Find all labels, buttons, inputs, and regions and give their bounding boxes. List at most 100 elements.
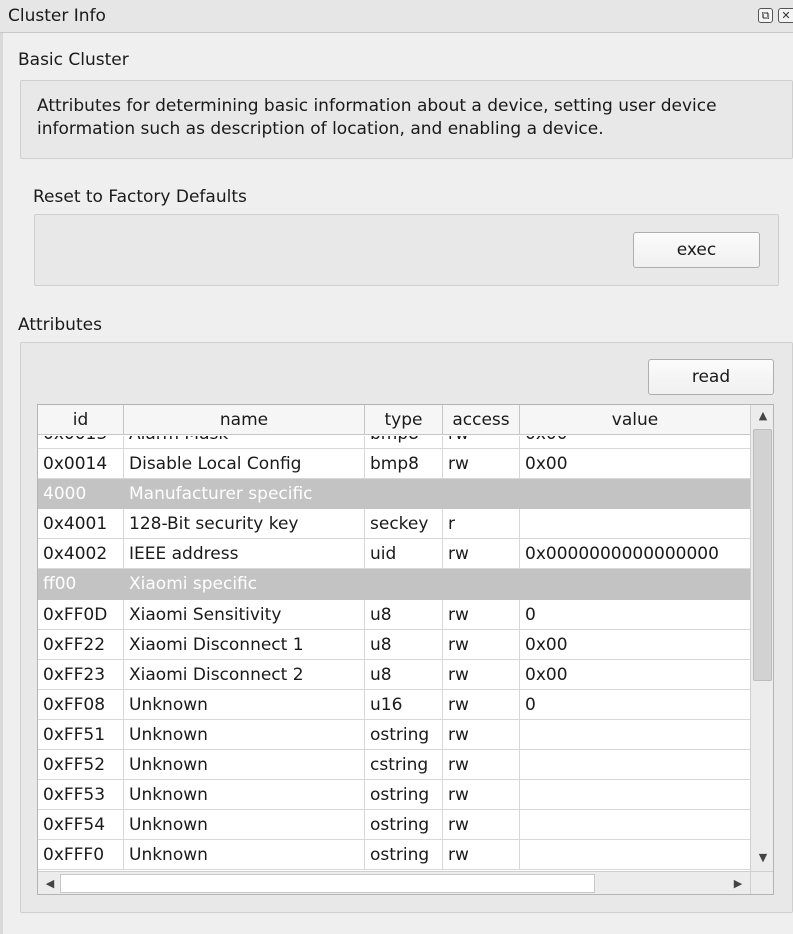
section-header-row[interactable]: 4000 Manufacturer specific	[38, 479, 750, 510]
cell-id: 0xFF22	[38, 629, 124, 660]
cell-name: IEEE address	[124, 539, 365, 570]
column-header-access[interactable]: access	[443, 405, 520, 435]
table-row[interactable]: 0xFF51 Unknown ostring rw	[38, 719, 750, 751]
cell-value[interactable]	[520, 750, 750, 780]
cell-id: 0x4002	[38, 539, 124, 570]
table-row[interactable]: 0xFF0D Xiaomi Sensitivity u8 rw 0	[38, 599, 750, 630]
cell-value[interactable]	[520, 780, 750, 810]
cell-access: rw	[443, 659, 520, 690]
cell-type: seckey	[365, 509, 443, 540]
table-body: 0x0013Alarm Maskbmp8rw0x000x0014Disable …	[38, 436, 750, 871]
table-row[interactable]: 0xFF08 Unknown u16 rw 0	[38, 689, 750, 720]
section-header-row[interactable]: ff00 Xiaomi specific	[38, 569, 750, 600]
column-header-id[interactable]: id	[38, 405, 124, 435]
cell-id: 0x0014	[38, 449, 124, 480]
column-header-type[interactable]: type	[365, 405, 443, 435]
attributes-table[interactable]: id name type access value 0x0013Alarm Ma…	[37, 404, 774, 895]
window-left-edge	[0, 33, 3, 934]
cell-id: 0xFF23	[38, 659, 124, 690]
scroll-left-icon[interactable]: ◀	[38, 877, 62, 890]
cell-access: rw	[443, 780, 520, 811]
table-row[interactable]: 0xFF53 Unknown ostring rw	[38, 780, 750, 811]
cell-value[interactable]	[520, 509, 750, 539]
read-button[interactable]: read	[648, 359, 774, 395]
table-row[interactable]: 0xFF52 Unknown cstring rw	[38, 750, 750, 781]
cell-access: rw	[443, 750, 520, 781]
table-row[interactable]: 0xFFF0 Unknown ostring rw	[38, 840, 750, 871]
cell-access: rw	[443, 810, 520, 841]
close-window-icon[interactable]: ✕	[778, 8, 793, 23]
cell-value[interactable]: 0x0000000000000000	[520, 539, 750, 569]
cell-name: Xiaomi Disconnect 2	[124, 659, 365, 690]
table-row[interactable]: 0xFF22 Xiaomi Disconnect 1 u8 rw 0x00	[38, 629, 750, 660]
cell-name: Manufacturer specific	[129, 484, 313, 505]
vertical-scroll-thumb[interactable]	[753, 429, 772, 681]
cell-id: 0xFFF0	[38, 840, 124, 871]
cell-value[interactable]	[520, 720, 750, 750]
cell-id: ff00	[43, 574, 77, 595]
cell-name: Unknown	[124, 750, 365, 781]
cell-access: rw	[443, 840, 520, 871]
column-header-value[interactable]: value	[520, 405, 750, 435]
cell-id: 0xFF52	[38, 750, 124, 781]
cell-value[interactable]	[520, 810, 750, 840]
scroll-right-icon[interactable]: ▶	[726, 877, 750, 890]
cell-id: 0xFF0D	[38, 599, 124, 630]
cell-value[interactable]: 0x00	[520, 436, 750, 449]
vertical-scrollbar[interactable]: ▲ ▼	[750, 405, 773, 871]
cell-value[interactable]: 0	[520, 690, 750, 720]
command-name: Reset to Factory Defaults	[33, 187, 247, 207]
cell-type: ostring	[365, 719, 443, 750]
cell-value[interactable]: 0x00	[520, 660, 750, 690]
cell-access: rw	[443, 449, 520, 480]
cell-type: bmp8	[365, 436, 443, 449]
cell-type: bmp8	[365, 449, 443, 480]
exec-button[interactable]: exec	[633, 232, 760, 268]
cell-name: Unknown	[124, 810, 365, 841]
window-titlebar[interactable]: Cluster Info ⧉ ✕	[0, 0, 793, 33]
table-header: id name type access value	[38, 405, 750, 435]
table-row[interactable]: 0xFF23 Xiaomi Disconnect 2 u8 rw 0x00	[38, 659, 750, 690]
cell-access: rw	[443, 629, 520, 660]
cell-type: ostring	[365, 780, 443, 811]
cell-value[interactable]: 0x00	[520, 449, 750, 479]
cell-name: Unknown	[124, 689, 365, 720]
scroll-down-icon[interactable]: ▼	[751, 851, 773, 864]
table-rows: 0x0013Alarm Maskbmp8rw0x000x0014Disable …	[38, 436, 750, 871]
cell-value[interactable]: 0	[520, 600, 750, 630]
horizontal-scroll-thumb[interactable]	[60, 874, 595, 893]
cell-id: 4000	[43, 484, 87, 505]
cell-name: Unknown	[124, 719, 365, 750]
scroll-up-icon[interactable]: ▲	[751, 409, 773, 422]
table-row[interactable]: 0x4001 128-Bit security key seckey r	[38, 509, 750, 540]
cell-type: ostring	[365, 810, 443, 841]
command-box: exec	[34, 214, 779, 286]
cell-name: Disable Local Config	[124, 449, 365, 480]
table-row[interactable]: 0x0013Alarm Maskbmp8rw0x00	[38, 436, 750, 450]
horizontal-scrollbar[interactable]: ◀ ▶	[38, 871, 750, 894]
table-row[interactable]: 0x0014 Disable Local Config bmp8 rw 0x00	[38, 449, 750, 480]
cell-id: 0xFF51	[38, 719, 124, 750]
cell-type: cstring	[365, 750, 443, 781]
cell-name: Unknown	[124, 780, 365, 811]
cluster-description-box: Attributes for determining basic informa…	[20, 80, 793, 159]
scrollbar-corner	[750, 871, 773, 894]
cell-id: 0x0013	[38, 436, 124, 449]
cell-access: rw	[443, 539, 520, 570]
cell-value[interactable]	[520, 840, 750, 870]
column-header-name[interactable]: name	[124, 405, 365, 435]
cluster-description: Attributes for determining basic informa…	[37, 96, 717, 139]
table-row[interactable]: 0x4002 IEEE address uid rw 0x000000000000000…	[38, 539, 750, 570]
cell-access: r	[443, 509, 520, 540]
cell-name: Alarm Mask	[124, 436, 365, 449]
float-window-icon[interactable]: ⧉	[758, 8, 773, 23]
cell-access: rw	[443, 436, 520, 449]
cell-type: u8	[365, 659, 443, 690]
cell-access: rw	[443, 719, 520, 750]
cell-value[interactable]: 0x00	[520, 630, 750, 660]
cell-access: rw	[443, 689, 520, 720]
cluster-name: Basic Cluster	[18, 50, 129, 70]
cell-name: Xiaomi specific	[129, 574, 258, 595]
table-row[interactable]: 0xFF54 Unknown ostring rw	[38, 810, 750, 841]
cell-type: uid	[365, 539, 443, 570]
